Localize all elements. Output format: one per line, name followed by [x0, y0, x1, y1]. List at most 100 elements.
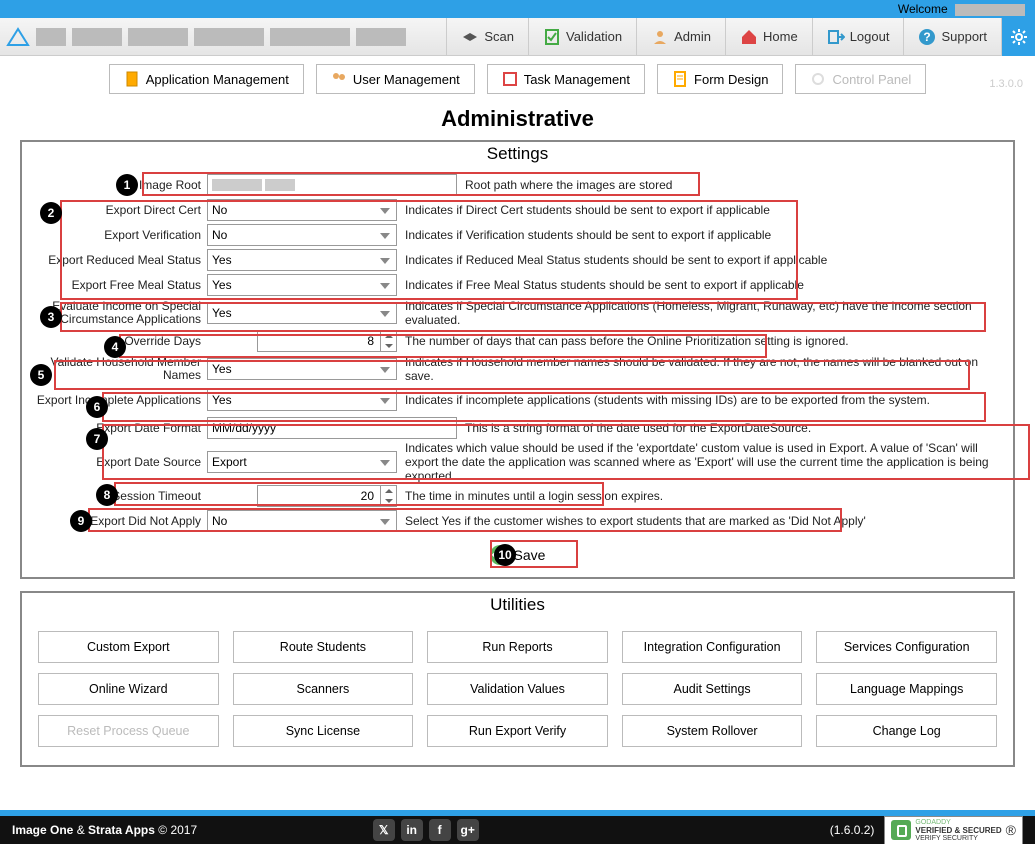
row-export-date-source: Export Date Source Export Indicates whic…: [32, 441, 1003, 483]
badge-9: 9: [70, 510, 92, 532]
spinner-session-timeout[interactable]: 20: [257, 485, 397, 507]
row-session-timeout: Session Timeout 20 The time in minutes u…: [32, 484, 1003, 508]
nav-scan[interactable]: Scan: [446, 18, 528, 56]
subnav-form-design[interactable]: Form Design: [657, 64, 783, 94]
util-audit-settings[interactable]: Audit Settings: [622, 673, 803, 705]
svg-text:?: ?: [924, 30, 931, 44]
label-session-timeout: Session Timeout: [32, 489, 207, 503]
desc-validate-hh: Indicates if Household member names shou…: [405, 355, 1003, 383]
row-export-verification: Export Verification No Indicates if Veri…: [32, 223, 1003, 247]
desc-export-direct-cert: Indicates if Direct Cert students should…: [405, 203, 1003, 217]
linkedin-icon[interactable]: in: [401, 819, 423, 841]
gear-icon: [1010, 28, 1028, 46]
lock-icon: [891, 820, 911, 840]
support-icon: ?: [918, 28, 936, 46]
select-export-incomplete[interactable]: Yes: [207, 389, 397, 411]
badge-8: 8: [96, 484, 118, 506]
brand-redacted: [36, 28, 406, 46]
desc-eval-income: Indicates if Special Circumstance Applic…: [405, 299, 1003, 327]
row-override-days: Override Days 8 The number of days that …: [32, 329, 1003, 353]
label-export-verification: Export Verification: [32, 228, 207, 242]
desc-override-days: The number of days that can pass before …: [405, 334, 1003, 348]
label-export-date-source: Export Date Source: [32, 455, 207, 469]
desc-export-did-not-apply: Select Yes if the customer wishes to exp…: [405, 514, 1003, 528]
util-route-students[interactable]: Route Students: [233, 631, 414, 663]
app-logo-icon: [6, 25, 30, 49]
row-eval-income: Evaluate Income on Special Circumstance …: [32, 298, 1003, 328]
util-run-reports[interactable]: Run Reports: [427, 631, 608, 663]
panel-icon: [810, 71, 826, 87]
admin-icon: [651, 28, 669, 46]
util-reset-process-queue[interactable]: Reset Process Queue: [38, 715, 219, 747]
nav-logout[interactable]: Logout: [812, 18, 904, 56]
sub-nav: Application Management User Management T…: [0, 56, 1035, 102]
subnav-app-mgmt[interactable]: Application Management: [109, 64, 304, 94]
label-export-date-format: Export Date Format: [32, 421, 207, 435]
util-language-mappings[interactable]: Language Mappings: [816, 673, 997, 705]
util-scanners[interactable]: Scanners: [233, 673, 414, 705]
select-eval-income[interactable]: Yes: [207, 302, 397, 324]
desc-export-incomplete: Indicates if incomplete applications (st…: [405, 393, 1003, 407]
util-validation-values[interactable]: Validation Values: [427, 673, 608, 705]
util-services-config[interactable]: Services Configuration: [816, 631, 997, 663]
util-online-wizard[interactable]: Online Wizard: [38, 673, 219, 705]
nav-home[interactable]: Home: [725, 18, 812, 56]
footer: Image One & Strata Apps © 2017 𝕏 in f g+…: [0, 810, 1035, 844]
subnav-version: 1.3.0.0: [989, 78, 1023, 90]
facebook-icon[interactable]: f: [429, 819, 451, 841]
doc-icon: [124, 71, 140, 87]
select-export-verification[interactable]: No: [207, 224, 397, 246]
security-seal[interactable]: GODADDY VERIFIED & SECURED VERIFY SECURI…: [884, 816, 1023, 844]
label-export-free: Export Free Meal Status: [32, 278, 207, 292]
spinner-override-days[interactable]: 8: [257, 330, 397, 352]
row-export-reduced: Export Reduced Meal Status Yes Indicates…: [32, 248, 1003, 272]
nav-settings-gear[interactable]: [1001, 18, 1035, 56]
label-export-incomplete: Export Incomplete Applications: [32, 394, 207, 407]
nav-support[interactable]: ? Support: [903, 18, 1001, 56]
badge-3: 3: [40, 306, 62, 328]
select-validate-hh[interactable]: Yes: [207, 358, 397, 380]
util-custom-export[interactable]: Custom Export: [38, 631, 219, 663]
row-export-free: Export Free Meal Status Yes Indicates if…: [32, 273, 1003, 297]
desc-export-date-format: This is a string format of the date used…: [465, 421, 1003, 435]
badge-5: 5: [30, 364, 52, 386]
subnav-control-panel[interactable]: Control Panel: [795, 64, 926, 94]
util-sync-license[interactable]: Sync License: [233, 715, 414, 747]
select-export-direct-cert[interactable]: No: [207, 199, 397, 221]
util-run-export-verify[interactable]: Run Export Verify: [427, 715, 608, 747]
select-export-did-not-apply[interactable]: No: [207, 510, 397, 532]
badge-4: 4: [104, 336, 126, 358]
desc-image-root: Root path where the images are stored: [465, 178, 1003, 192]
label-validate-hh: Validate Household Member Names: [32, 356, 207, 382]
subnav-user-mgmt[interactable]: User Management: [316, 64, 475, 94]
badge-2: 2: [40, 202, 62, 224]
nav-admin[interactable]: Admin: [636, 18, 725, 56]
row-validate-hh: Validate Household Member Names Yes Indi…: [32, 354, 1003, 384]
badge-6: 6: [86, 396, 108, 418]
settings-title: Settings: [26, 144, 1009, 164]
row-export-did-not-apply: Export Did Not Apply No Select Yes if th…: [32, 509, 1003, 533]
footer-version: (1.6.0.2): [830, 823, 875, 837]
select-export-free[interactable]: Yes: [207, 274, 397, 296]
page-title: Administrative: [0, 106, 1035, 132]
util-integration-config[interactable]: Integration Configuration: [622, 631, 803, 663]
util-system-rollover[interactable]: System Rollover: [622, 715, 803, 747]
task-icon: [502, 71, 518, 87]
desc-export-free: Indicates if Free Meal Status students s…: [405, 278, 1003, 292]
twitter-icon[interactable]: 𝕏: [373, 819, 395, 841]
select-export-date-source[interactable]: Export: [207, 451, 397, 473]
gplus-icon[interactable]: g+: [457, 819, 479, 841]
label-export-did-not-apply: Export Did Not Apply: [32, 514, 207, 528]
main-nav: Scan Validation Admin Home Logout ? Supp…: [0, 18, 1035, 56]
subnav-task-mgmt[interactable]: Task Management: [487, 64, 645, 94]
input-export-date-format[interactable]: MM/dd/yyyy: [207, 417, 457, 439]
input-image-root[interactable]: [207, 174, 457, 196]
nav-validation[interactable]: Validation: [528, 18, 636, 56]
desc-export-verification: Indicates if Verification students shoul…: [405, 228, 1003, 242]
desc-session-timeout: The time in minutes until a login sessio…: [405, 489, 1003, 503]
users-icon: [331, 71, 347, 87]
util-change-log[interactable]: Change Log: [816, 715, 997, 747]
select-export-reduced[interactable]: Yes: [207, 249, 397, 271]
row-image-root: Image Root Root path where the images ar…: [32, 173, 1003, 197]
welcome-bar: Welcome: [0, 0, 1035, 18]
